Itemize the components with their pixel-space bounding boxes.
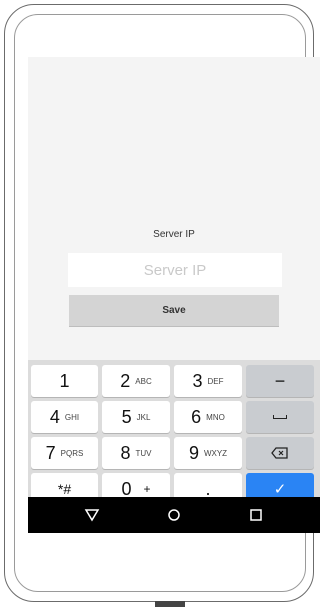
space-icon <box>273 415 287 419</box>
key-sub: JKL <box>136 412 151 422</box>
key-sub: TUV <box>135 448 152 458</box>
key-5[interactable]: 5 JKL <box>102 401 170 433</box>
minus-key[interactable]: − <box>246 365 314 397</box>
recents-button[interactable] <box>236 497 276 533</box>
key-sub: WXYZ <box>203 448 228 458</box>
key-main: 6 <box>191 406 202 427</box>
key-main: 2 <box>120 370 131 391</box>
home-button[interactable] <box>154 497 194 533</box>
minus-icon: − <box>274 370 286 391</box>
key-4[interactable]: 4 GHI <box>31 401 98 433</box>
key-sub: MNO <box>206 412 225 422</box>
server-ip-input[interactable] <box>68 253 282 287</box>
back-triangle-icon <box>84 509 100 522</box>
key-sub: ABC <box>135 376 152 386</box>
numeric-keyboard: 1 2 ABC 3 DEF − 4 GHI 5 JKL 6 MNO 7 PQRS… <box>28 360 320 505</box>
key-8[interactable]: 8 TUV <box>102 437 170 469</box>
back-button[interactable] <box>72 497 112 533</box>
home-circle-icon <box>168 509 180 521</box>
check-icon: ✓ <box>273 481 287 498</box>
navigation-bar <box>28 497 320 533</box>
key-6[interactable]: 6 MNO <box>174 401 242 433</box>
key-7[interactable]: 7 PQRS <box>31 437 98 469</box>
key-3[interactable]: 3 DEF <box>174 365 242 397</box>
backspace-icon <box>271 447 288 459</box>
key-main: 7 <box>45 442 56 463</box>
recents-square-icon <box>250 509 262 521</box>
key-sub: DEF <box>207 376 224 386</box>
save-button[interactable]: Save <box>69 295 279 327</box>
key-main: *# <box>57 481 72 497</box>
key-main: 5 <box>121 406 132 427</box>
key-sub: + <box>143 482 151 496</box>
key-sub: PQRS <box>60 448 84 458</box>
key-sub: GHI <box>64 412 80 422</box>
app-screen: Server IP Save 1 2 ABC 3 DEF − 4 GHI 5 J… <box>28 57 320 533</box>
key-main: 3 <box>192 370 203 391</box>
key-main: 9 <box>188 442 199 463</box>
key-main: 4 <box>49 406 60 427</box>
key-2[interactable]: 2 ABC <box>102 365 170 397</box>
key-9[interactable]: 9 WXYZ <box>174 437 242 469</box>
key-1[interactable]: 1 <box>31 365 98 397</box>
key-main: 8 <box>120 442 131 463</box>
phone-port <box>155 601 185 607</box>
space-key[interactable] <box>246 401 314 433</box>
backspace-key[interactable] <box>246 437 314 469</box>
key-main: 1 <box>59 370 70 391</box>
server-ip-label: Server IP <box>153 229 195 240</box>
